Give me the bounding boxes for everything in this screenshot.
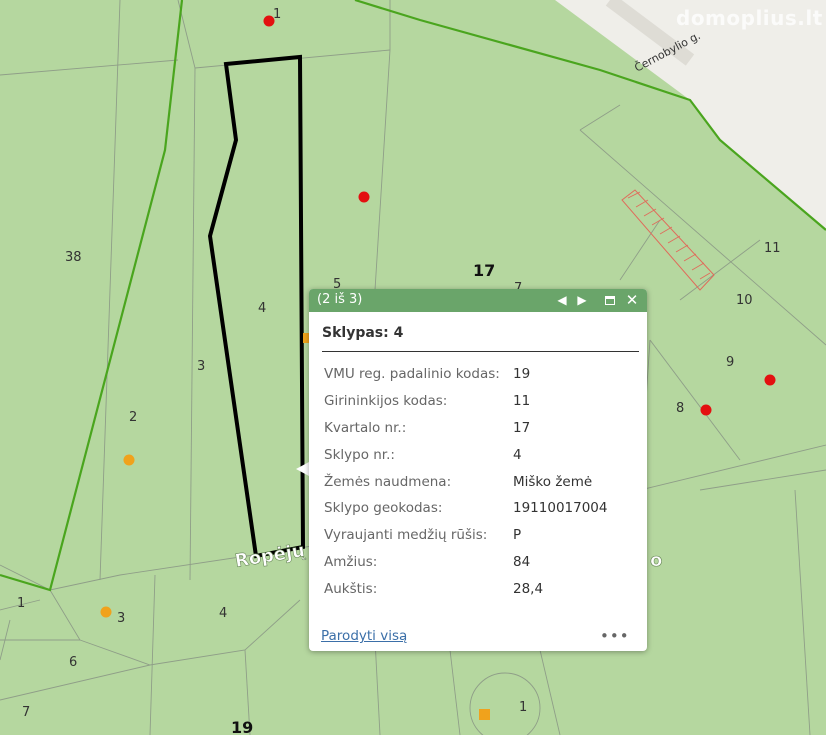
- parcel-label: 11: [764, 241, 781, 256]
- next-feature-button[interactable]: ▶: [574, 292, 590, 308]
- popup-title: Sklypas: 4: [322, 325, 404, 341]
- parcel-label: 2: [129, 410, 137, 425]
- attribute-key: Girininkijos kodas:: [324, 393, 448, 410]
- parcel-label: 1: [17, 596, 25, 611]
- parcel-label: 1: [519, 700, 527, 715]
- parcel-label: 4: [258, 301, 266, 316]
- attribute-value: 19110017004: [513, 500, 608, 517]
- attribute-value: 28,4: [513, 580, 544, 597]
- parcel-label: 9: [726, 355, 734, 370]
- feature-popup: (2 iš 3) ◀ ▶ ✕ Sklypas: 4 VMU reg. padal…: [309, 289, 647, 651]
- parcel-label: 10: [736, 293, 753, 308]
- attribute-table: VMU reg. padalinio kodas: 19 Girininkijos…: [324, 361, 607, 602]
- attribute-key: Žemės naudmena:: [324, 473, 452, 490]
- block-label: 17: [473, 261, 495, 280]
- attribute-key: Sklypo nr.:: [324, 446, 395, 463]
- attribute-row: Kvartalo nr.: 17: [324, 415, 607, 442]
- popup-pointer: [296, 462, 309, 476]
- popup-counter: (2 iš 3): [317, 292, 363, 307]
- attribute-key: Vyraujanti medžių rūšis:: [324, 527, 488, 544]
- attribute-key: Amžius:: [324, 553, 378, 570]
- previous-feature-button[interactable]: ◀: [554, 292, 570, 308]
- attribute-key: Sklypo geokodas:: [324, 500, 443, 517]
- attribute-key: VMU reg. padalinio kodas:: [324, 366, 500, 383]
- parcel-label: 3: [197, 359, 205, 374]
- divider: [322, 351, 639, 352]
- road-label-tail: o: [650, 550, 662, 571]
- attribute-row: Amžius: 84: [324, 549, 607, 576]
- attribute-row: Žemės naudmena: Miško žemė: [324, 468, 607, 495]
- block-label: 19: [231, 718, 253, 735]
- watermark: domoplius.lt: [676, 6, 823, 30]
- parcel-label: 38: [65, 250, 82, 265]
- attribute-value: 4: [513, 446, 522, 463]
- attribute-row: VMU reg. padalinio kodas: 19: [324, 361, 607, 388]
- attribute-row: Sklypo nr.: 4: [324, 441, 607, 468]
- attribute-row: Girininkijos kodas: 11: [324, 388, 607, 415]
- maximize-button[interactable]: [602, 292, 618, 308]
- parcel-label: 3: [117, 611, 125, 626]
- attribute-value: 84: [513, 553, 531, 570]
- parcel-label: 4: [219, 606, 227, 621]
- attribute-key: Kvartalo nr.:: [324, 419, 407, 436]
- red-point-marker[interactable]: [358, 191, 370, 203]
- close-button[interactable]: ✕: [624, 292, 640, 308]
- red-point-marker[interactable]: [764, 374, 776, 386]
- orange-point-marker[interactable]: [100, 606, 112, 618]
- more-options-icon[interactable]: •••: [600, 627, 630, 645]
- orange-point-marker[interactable]: [123, 454, 135, 466]
- attribute-value: Miško žemė: [513, 473, 593, 490]
- attribute-key: Aukštis:: [324, 580, 378, 597]
- parcel-label: 8: [676, 401, 684, 416]
- attribute-value: 19: [513, 366, 531, 383]
- orange-square-marker[interactable]: [479, 709, 490, 720]
- maximize-icon: [605, 296, 615, 305]
- parcel-label: 6: [69, 655, 77, 670]
- parcel-label: 1: [273, 7, 281, 22]
- attribute-row: Sklypo geokodas: 19110017004: [324, 495, 607, 522]
- attribute-value: 11: [513, 393, 531, 410]
- parcel-label: 7: [22, 705, 30, 720]
- attribute-row: Aukštis: 28,4: [324, 575, 607, 602]
- attribute-row: Vyraujanti medžių rūšis: P: [324, 522, 607, 549]
- red-point-marker[interactable]: [700, 404, 712, 416]
- show-all-link[interactable]: Parodyti visą: [321, 628, 407, 644]
- attribute-value: 17: [513, 419, 531, 436]
- popup-header: (2 iš 3) ◀ ▶ ✕: [309, 289, 647, 312]
- attribute-value: P: [513, 527, 522, 544]
